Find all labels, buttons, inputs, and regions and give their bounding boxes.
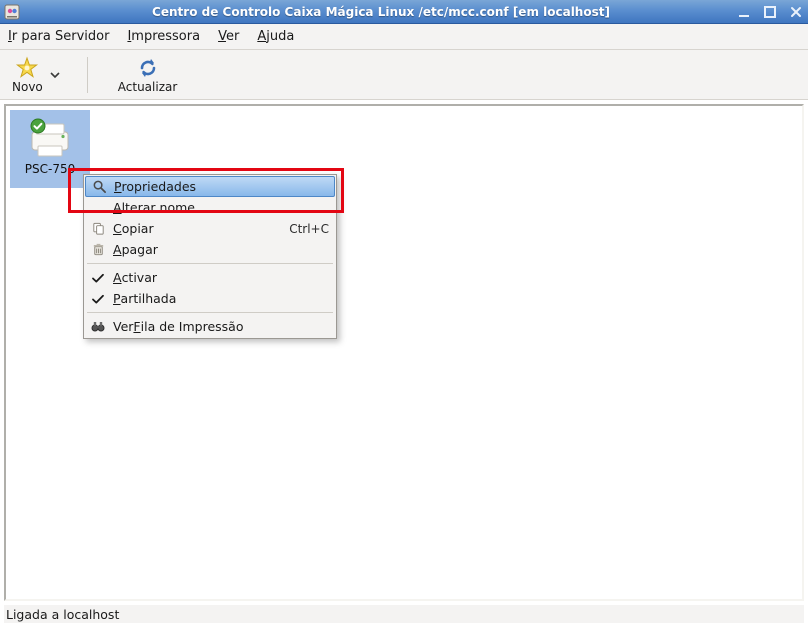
toolbar-new-dropdown[interactable] (49, 55, 61, 95)
check-icon (89, 270, 107, 286)
minimize-button[interactable] (736, 4, 752, 20)
statusbar-text: Ligada a localhost (6, 607, 119, 622)
ctx-copy[interactable]: Copiar Ctrl+C (85, 218, 335, 239)
chevron-down-icon (50, 70, 60, 80)
ctx-copy-accel: Ctrl+C (289, 222, 329, 236)
printer-item-label: PSC-750 (25, 162, 75, 176)
content-area: PSC-750 Propriedades Alterar nome (4, 104, 804, 601)
blank-icon (89, 200, 107, 216)
magnifier-icon (90, 179, 108, 195)
menu-help[interactable]: Ajuda (255, 27, 296, 46)
statusbar: Ligada a localhost (4, 605, 804, 623)
window-title: Centro de Controlo Caixa Mágica Linux /e… (26, 5, 736, 19)
menubar: Ir para Servidor Impressora Ver Ajuda (0, 24, 808, 50)
context-menu: Propriedades Alterar nome Copiar Ctrl+C (83, 174, 337, 339)
app-icon (4, 4, 20, 20)
ctx-properties[interactable]: Propriedades (85, 176, 335, 197)
ctx-delete[interactable]: Apagar (85, 239, 335, 260)
ctx-separator (87, 263, 333, 264)
menu-printer[interactable]: Impressora (125, 27, 202, 46)
ctx-shared[interactable]: Partilhada (85, 288, 335, 309)
ctx-separator (87, 312, 333, 313)
new-star-icon (13, 56, 41, 80)
toolbar: Novo Actualizar (0, 50, 808, 100)
copy-icon (89, 221, 107, 237)
trash-icon (89, 242, 107, 258)
printer-item[interactable]: PSC-750 (10, 110, 90, 188)
ctx-view-queue[interactable]: Ver Fila de Impressão (85, 316, 335, 337)
printer-icon (26, 116, 74, 160)
toolbar-refresh-button[interactable]: Actualizar (114, 54, 182, 96)
toolbar-refresh-label: Actualizar (118, 80, 178, 94)
menu-go-to-server[interactable]: Ir para Servidor (6, 27, 111, 46)
toolbar-new-label: Novo (12, 80, 43, 94)
refresh-icon (134, 56, 162, 80)
ctx-activate[interactable]: Activar (85, 267, 335, 288)
toolbar-separator (87, 57, 88, 93)
close-button[interactable] (788, 4, 804, 20)
binoculars-icon (89, 319, 107, 335)
check-icon (89, 291, 107, 307)
maximize-button[interactable] (762, 4, 778, 20)
toolbar-new-button[interactable]: Novo (8, 54, 47, 96)
menu-view[interactable]: Ver (216, 27, 241, 46)
window-titlebar: Centro de Controlo Caixa Mágica Linux /e… (0, 0, 808, 24)
ctx-rename[interactable]: Alterar nome (85, 197, 335, 218)
